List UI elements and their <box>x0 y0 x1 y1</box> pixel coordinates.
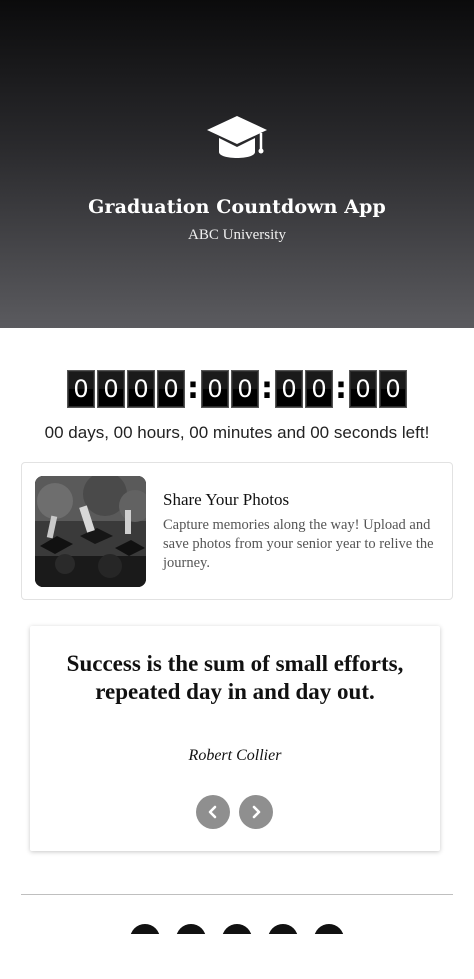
footer-divider <box>21 894 453 895</box>
digit: 0 <box>275 370 303 408</box>
digit: 0 <box>305 370 333 408</box>
app-title: Graduation Countdown App <box>88 196 386 218</box>
chevron-left-icon <box>208 805 217 819</box>
digit: 0 <box>67 370 95 408</box>
countdown-minutes: 0 0 <box>275 370 333 408</box>
digit: 0 <box>157 370 185 408</box>
digit: 0 <box>201 370 229 408</box>
social-icon[interactable] <box>222 924 252 934</box>
social-icon[interactable] <box>314 924 344 934</box>
social-icon[interactable] <box>176 924 206 934</box>
quote-text: Success is the sum of small efforts, rep… <box>66 651 404 704</box>
quote-author: Robert Collier <box>188 747 282 764</box>
digit: 0 <box>127 370 155 408</box>
social-links <box>0 924 474 934</box>
graduation-cap-icon <box>207 116 267 158</box>
card-title: Share Your Photos <box>163 490 290 509</box>
countdown-hours: 0 0 <box>201 370 259 408</box>
chevron-right-icon <box>252 805 261 819</box>
time-separator: : <box>261 371 273 406</box>
previous-quote-button[interactable] <box>196 795 230 829</box>
countdown-days: 0 0 0 0 <box>67 370 185 408</box>
university-name: ABC University <box>188 227 286 243</box>
digit: 0 <box>379 370 407 408</box>
quote-card: Success is the sum of small efforts, rep… <box>30 626 440 851</box>
time-separator: : <box>335 371 347 406</box>
hero-banner: Graduation Countdown App ABC University <box>0 0 474 328</box>
graduation-photo <box>35 476 146 587</box>
social-icon[interactable] <box>268 924 298 934</box>
digit: 0 <box>349 370 377 408</box>
digit: 0 <box>97 370 125 408</box>
countdown-summary: 00 days, 00 hours, 00 minutes and 00 sec… <box>44 423 430 442</box>
next-quote-button[interactable] <box>239 795 273 829</box>
countdown-timer: 0 0 0 0 : 0 0 : 0 0 : 0 0 <box>0 369 474 409</box>
countdown-seconds: 0 0 <box>349 370 407 408</box>
digit: 0 <box>231 370 259 408</box>
time-separator: : <box>187 371 199 406</box>
social-icon[interactable] <box>130 924 160 934</box>
share-photos-card[interactable]: Share Your Photos Capture memories along… <box>21 462 453 600</box>
card-description: Capture memories along the way! Upload a… <box>163 517 434 571</box>
